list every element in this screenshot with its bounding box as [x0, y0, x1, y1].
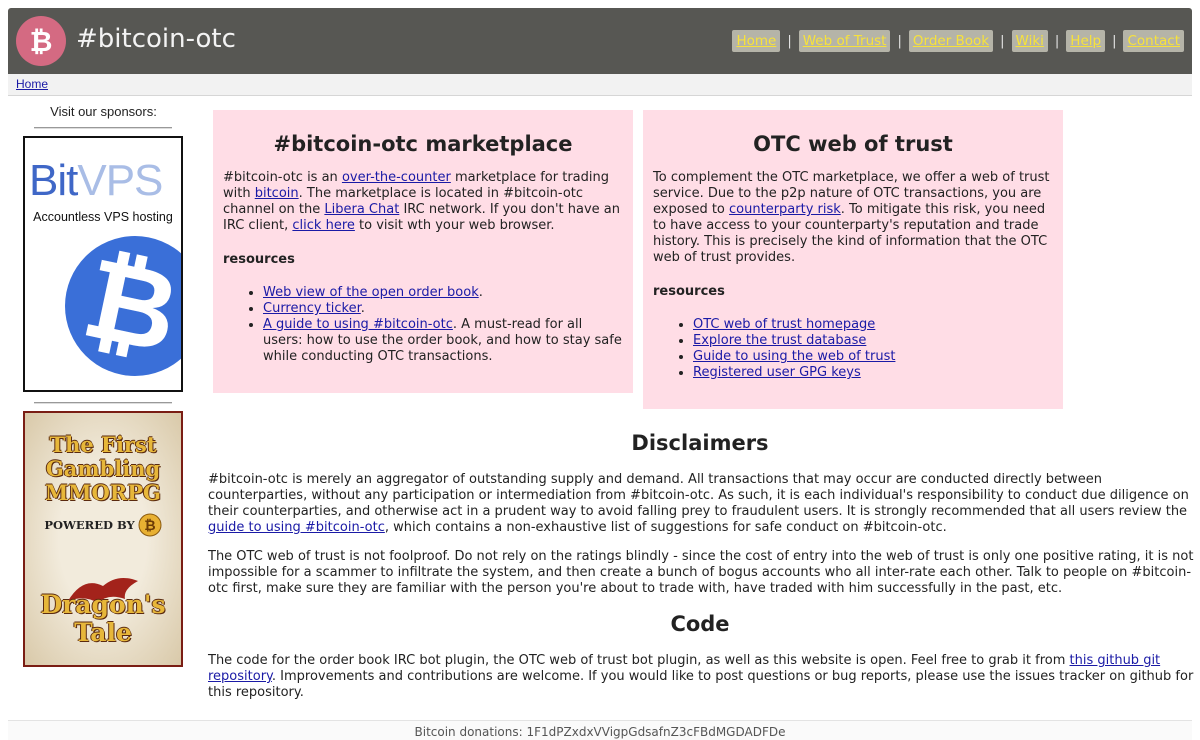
bitvps-brand: BitVPS [29, 156, 163, 205]
sidebar-divider [34, 402, 172, 404]
nav-wiki[interactable]: Wiki [1011, 30, 1048, 52]
nav-separator: | [1054, 33, 1060, 49]
guide-link[interactable]: guide to using #bitcoin-otc [208, 520, 385, 535]
disclaimer-paragraph-2: The OTC web of trust is not foolproof. D… [208, 549, 1194, 596]
marketplace-panel: #bitcoin-otc marketplace #bitcoin-otc is… [213, 110, 633, 393]
top-navigation: Home | Web of Trust | Order Book | Wiki … [732, 30, 1184, 52]
list-item: OTC web of trust homepage [693, 317, 1053, 333]
trust-title: OTC web of trust [753, 132, 953, 156]
list-item: Guide to using the web of trust [693, 349, 1053, 365]
trust-intro: To complement the OTC marketplace, we of… [653, 170, 1050, 265]
trust-resources-heading: resources [653, 284, 725, 299]
web-chat-link[interactable]: click here [292, 218, 354, 233]
disclaimers-heading: Disclaimers [631, 431, 769, 455]
site-title: #bitcoin-otc [76, 24, 236, 54]
guide-link[interactable]: A guide to using #bitcoin-otc [263, 317, 453, 332]
list-item: Web view of the open order book. [263, 285, 623, 301]
bitvps-ad-banner[interactable]: BitVPS Accountless VPS hosting ₿ [23, 136, 183, 392]
nav-web-of-trust[interactable]: Web of Trust [798, 30, 891, 52]
marketplace-resources-heading: resources [223, 252, 295, 267]
list-item: Registered user GPG keys [693, 365, 1053, 381]
bitvps-tagline: Accountless VPS hosting [33, 210, 173, 224]
dragons-tale-logo: Dragon's Tale [40, 590, 166, 647]
trust-resources-list: OTC web of trust homepage Explore the tr… [653, 317, 1053, 381]
counterparty-risk-link[interactable]: counterparty risk [729, 202, 841, 217]
nav-separator: | [897, 33, 902, 49]
site-header: ₿ #bitcoin-otc Home | Web of Trust | Ord… [8, 8, 1192, 74]
nav-contact[interactable]: Contact [1123, 30, 1184, 52]
dragons-tale-ad-banner[interactable]: The First Gambling MMORPG POWERED BY ₿ D… [23, 411, 183, 667]
disclaimer-paragraph-1: #bitcoin-otc is merely an aggregator of … [208, 472, 1189, 535]
marketplace-title: #bitcoin-otc marketplace [273, 132, 573, 156]
list-item: Currency ticker. [263, 301, 623, 317]
sponsor-label: Visit our sponsors: [50, 104, 157, 119]
bitcoin-coin-icon: ₿ [65, 236, 181, 379]
dragons-tale-headline: The First Gambling MMORPG [45, 432, 161, 505]
gpg-keys-link[interactable]: Registered user GPG keys [693, 365, 861, 380]
footer-donations: Bitcoin donations: 1F1dPZxdxVVigpGdsafnZ… [8, 720, 1192, 740]
code-paragraph: The code for the order book IRC bot plug… [208, 653, 1194, 700]
breadcrumb: Home [8, 74, 1192, 96]
bitcoin-link[interactable]: bitcoin [255, 186, 299, 201]
nav-separator: | [1000, 33, 1005, 49]
bitcoin-logo-icon[interactable]: ₿ [16, 16, 66, 66]
marketplace-resources-list: Web view of the open order book. Currenc… [223, 285, 623, 365]
sidebar-divider [34, 127, 172, 129]
svg-text:₿: ₿ [144, 518, 155, 534]
otc-link[interactable]: over-the-counter [342, 170, 451, 185]
nav-help[interactable]: Help [1066, 30, 1106, 52]
nav-separator: | [1112, 33, 1117, 49]
breadcrumb-home-link[interactable]: Home [16, 77, 48, 91]
list-item: A guide to using #bitcoin-otc. A must-re… [263, 317, 623, 365]
nav-separator: | [787, 33, 792, 49]
order-book-link[interactable]: Web view of the open order book [263, 285, 479, 300]
svg-text:₿: ₿ [30, 25, 53, 58]
web-of-trust-panel: OTC web of trust To complement the OTC m… [643, 110, 1063, 409]
code-heading: Code [670, 612, 730, 636]
currency-ticker-link[interactable]: Currency ticker [263, 301, 361, 316]
nav-order-book[interactable]: Order Book [908, 30, 994, 52]
trust-guide-link[interactable]: Guide to using the web of trust [693, 349, 895, 364]
trust-database-link[interactable]: Explore the trust database [693, 333, 866, 348]
list-item: Explore the trust database [693, 333, 1053, 349]
nav-home[interactable]: Home [732, 30, 781, 52]
libera-chat-link[interactable]: Libera Chat [324, 202, 399, 217]
marketplace-intro: #bitcoin-otc is an over-the-counter mark… [223, 170, 620, 233]
powered-by-label: POWERED BY ₿ [25, 513, 181, 537]
bitcoin-coin-icon: ₿ [138, 513, 162, 537]
trust-homepage-link[interactable]: OTC web of trust homepage [693, 317, 875, 332]
